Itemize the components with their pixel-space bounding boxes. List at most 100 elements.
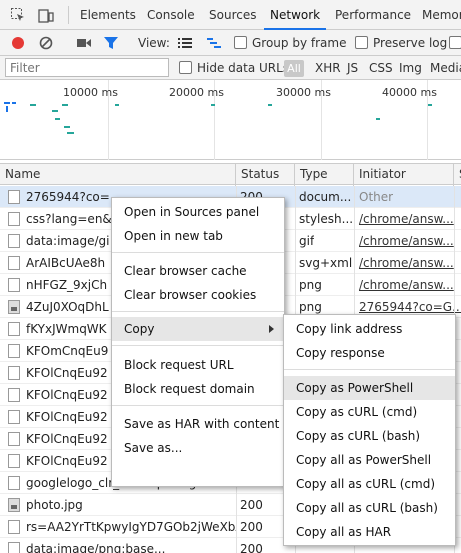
filter-css-button[interactable]: CSS: [369, 56, 393, 80]
tick-label: 10000 ms: [63, 86, 118, 99]
filter-all-button[interactable]: All: [284, 60, 304, 77]
network-toolbar: View: Group by frame Preserve log: [0, 30, 461, 56]
filter-media-button[interactable]: Media: [430, 56, 461, 80]
menu-open-in-sources[interactable]: Open in Sources panel: [112, 200, 284, 224]
column-type-header[interactable]: Type: [295, 164, 354, 186]
column-size-header[interactable]: S: [454, 164, 461, 186]
request-name: rs=AA2YrTtKpwyIgYD7GOb2jWeXbA...: [26, 520, 236, 534]
column-initiator-header[interactable]: Initiator: [354, 164, 454, 186]
preserve-log-checkbox[interactable]: [355, 36, 368, 49]
menu-copy-all-as-curl-cmd[interactable]: Copy all as cURL (cmd): [284, 472, 455, 496]
timeline-bar: [67, 132, 74, 134]
request-type: gif: [299, 234, 315, 248]
request-initiator[interactable]: /chrome/answ...: [359, 208, 454, 230]
menu-copy-all-as-curl-bash[interactable]: Copy all as cURL (bash): [284, 496, 455, 520]
document-file-icon: [8, 520, 20, 534]
tick-label: 30000 ms: [276, 86, 331, 99]
video-camera-icon[interactable]: [76, 35, 92, 51]
request-type: docum...: [299, 190, 352, 204]
column-name-header[interactable]: Name: [0, 164, 236, 186]
tab-console[interactable]: Console: [147, 0, 195, 30]
request-name: photo.jpg: [26, 498, 83, 512]
submenu-arrow-icon: [269, 325, 274, 333]
menu-block-request-domain[interactable]: Block request domain: [112, 377, 284, 401]
timeline-bar: [30, 104, 36, 106]
menu-block-request-url[interactable]: Block request URL: [112, 353, 284, 377]
tab-performance[interactable]: Performance: [335, 0, 411, 30]
tab-elements[interactable]: Elements: [80, 0, 136, 30]
request-initiator[interactable]: /chrome/answ...: [359, 230, 454, 252]
document-file-icon: [8, 388, 20, 402]
tab-sources[interactable]: Sources: [209, 0, 256, 30]
filter-img-button[interactable]: Img: [399, 56, 422, 80]
document-file-icon: [8, 278, 20, 292]
image-file-icon: [8, 498, 20, 512]
column-status-header[interactable]: Status: [236, 164, 295, 186]
menu-separator: [112, 311, 284, 312]
hide-data-urls-checkbox[interactable]: [179, 61, 192, 74]
filter-bar: Hide data URLs All XHR JS CSS Img Media: [0, 56, 461, 80]
menu-save-as[interactable]: Save as...: [112, 436, 284, 460]
inspect-element-icon[interactable]: [10, 7, 26, 23]
document-file-icon: [8, 410, 20, 424]
filter-js-button[interactable]: JS: [347, 56, 358, 80]
menu-open-in-new-tab[interactable]: Open in new tab: [112, 224, 284, 248]
filter-xhr-button[interactable]: XHR: [315, 56, 341, 80]
request-name: data:image/png;base...: [26, 542, 166, 553]
menu-copy-as-curl-cmd[interactable]: Copy as cURL (cmd): [284, 400, 455, 424]
document-file-icon: [8, 454, 20, 468]
timeline-bar: [55, 118, 60, 120]
record-icon[interactable]: [10, 35, 26, 51]
device-toolbar-icon[interactable]: [38, 7, 54, 23]
copy-submenu: Copy link address Copy response Copy as …: [283, 314, 456, 546]
group-by-frame-label: Group by frame: [252, 36, 347, 50]
menu-copy-link-address[interactable]: Copy link address: [284, 317, 455, 341]
menu-separator: [112, 252, 284, 253]
tab-network[interactable]: Network: [264, 0, 327, 30]
menu-separator: [112, 345, 284, 346]
filter-funnel-icon[interactable]: [103, 35, 119, 51]
menu-separator: [112, 405, 284, 406]
menu-save-as-har-with-content[interactable]: Save as HAR with content: [112, 412, 284, 436]
menu-copy-all-as-powershell[interactable]: Copy all as PowerShell: [284, 448, 455, 472]
document-file-icon: [8, 476, 20, 490]
timeline-bar: [211, 104, 215, 106]
document-file-icon: [8, 190, 20, 204]
timeline-bar: [12, 102, 16, 104]
request-initiator: Other: [359, 190, 394, 204]
menu-copy-as-powershell[interactable]: Copy as PowerShell: [284, 376, 455, 400]
view-label: View:: [138, 36, 170, 50]
menu-copy-label: Copy: [124, 322, 155, 336]
menu-copy-as-curl-bash[interactable]: Copy as cURL (bash): [284, 424, 455, 448]
request-initiator[interactable]: /chrome/answ...: [359, 252, 454, 274]
menu-copy-response[interactable]: Copy response: [284, 341, 455, 365]
timeline-overview[interactable]: 10000 ms 20000 ms 30000 ms 40000 ms: [0, 80, 461, 160]
tab-memory[interactable]: Memor: [422, 0, 461, 30]
menu-separator: [284, 369, 455, 370]
request-initiator[interactable]: /chrome/answ...: [359, 274, 454, 296]
document-file-icon: [8, 542, 20, 553]
menu-clear-browser-cache[interactable]: Clear browser cache: [112, 259, 284, 283]
request-status: 200: [240, 520, 263, 534]
document-file-icon: [8, 366, 20, 380]
timeline-bar: [52, 110, 58, 112]
waterfall-view-icon[interactable]: [206, 35, 222, 51]
request-type: stylesh...: [299, 212, 354, 226]
request-table-header: Name Status Type Initiator S: [0, 163, 461, 186]
group-by-frame-checkbox[interactable]: [234, 36, 247, 49]
timeline-bar: [64, 126, 70, 128]
request-status: 200: [240, 498, 263, 512]
menu-copy-all-as-har[interactable]: Copy all as HAR: [284, 520, 455, 544]
tick-label: 20000 ms: [169, 86, 224, 99]
large-rows-icon[interactable]: [177, 35, 193, 51]
menu-copy[interactable]: Copy: [112, 317, 284, 341]
filter-input[interactable]: [5, 58, 169, 77]
disable-cache-checkbox[interactable]: [449, 36, 461, 49]
timeline-bar: [428, 104, 432, 106]
devtools-tab-bar: Elements Console Sources Network Perform…: [0, 0, 461, 30]
tick-label: 40000 ms: [382, 86, 437, 99]
tab-separator: [68, 6, 69, 24]
request-context-menu: Open in Sources panel Open in new tab Cl…: [111, 197, 285, 487]
clear-icon[interactable]: [38, 35, 54, 51]
menu-clear-browser-cookies[interactable]: Clear browser cookies: [112, 283, 284, 307]
